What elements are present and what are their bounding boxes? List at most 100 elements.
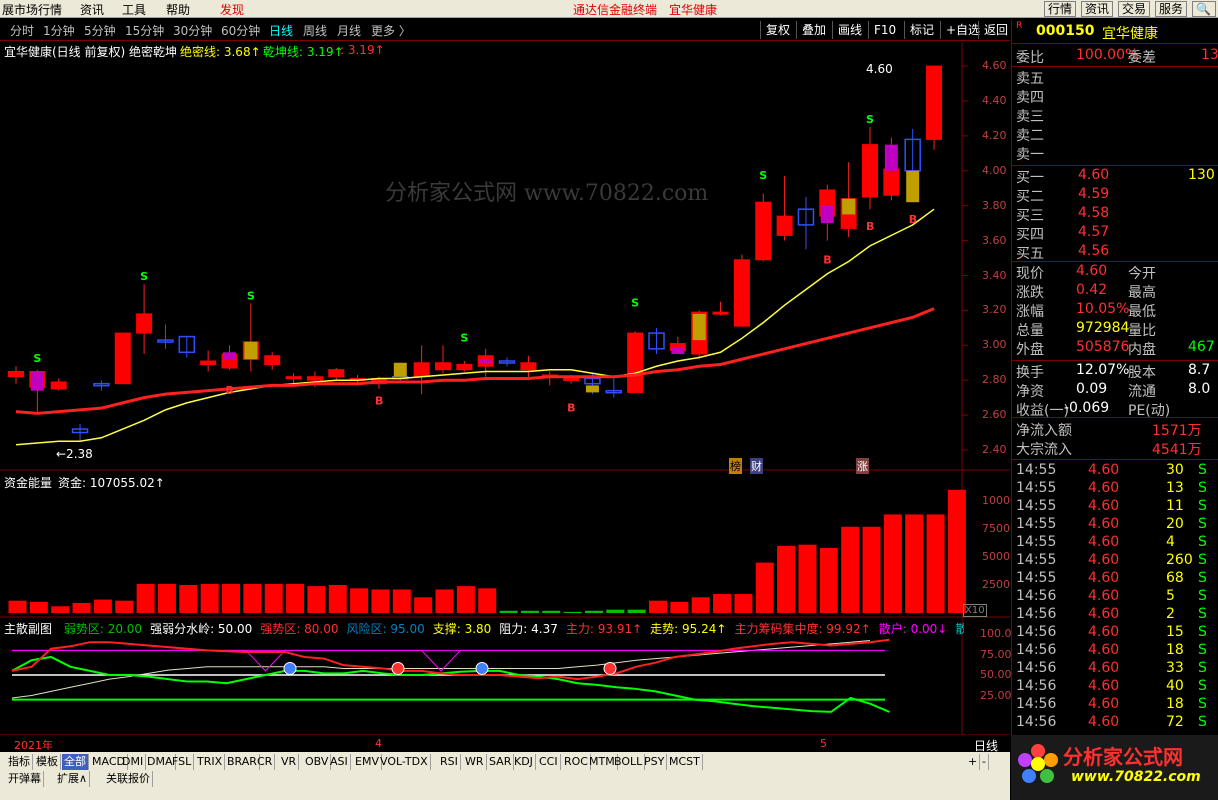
price-tick-label: 3.00 [982,338,1007,352]
quote-cell: 涨跌 [1016,285,1044,301]
quote-cell: 14:56 [1016,588,1057,604]
price-tick-label: 2.40 [982,443,1007,456]
quote-cell: 505876 [1076,339,1130,355]
quote-cell: 467 [1188,339,1215,355]
indicator-tab[interactable]: RSI [438,754,461,770]
zoom-in-button[interactable]: + [966,754,981,770]
signal-body [223,352,236,360]
quote-cell: 14:55 [1016,552,1057,568]
candle-body [776,215,793,236]
bottom-option-tab[interactable]: 开弹幕 [6,771,44,787]
quote-cell: 4.60 [1088,696,1120,712]
quote-cell: 68 [1166,570,1184,586]
fund-bar [435,589,454,613]
candle-body [926,65,943,140]
fund-bar [264,583,283,613]
quote-cell: S [1198,606,1207,622]
indicator-tab[interactable]: 指标 [6,754,33,770]
bottom-option-tab[interactable]: 扩展∧ [55,771,91,787]
indicator-tab[interactable]: WR [463,754,487,770]
candle [413,345,430,395]
time-label-may: 5 [820,737,827,750]
indicator-tab[interactable]: 全部 [62,754,89,770]
sub-tick-label: 50.00 [980,668,1012,681]
badge-rise[interactable]: 涨 [856,458,869,474]
fund-bar [222,583,240,613]
candle [712,301,729,316]
signal-body [30,371,44,391]
indicator-tab[interactable]: VOL-TDX [378,754,431,770]
sub-indicator-value: 走势: 95.24↑ [650,622,727,636]
ask-row: 卖五 [1016,68,1216,87]
indicator-tab[interactable]: ASI [328,754,351,770]
fund-bar [243,583,262,613]
indicator-tab[interactable]: FSL [170,754,195,770]
candle-body [413,362,430,378]
tick-row: 14:55 4.60 4 S [1016,534,1216,552]
quote-cell: 4.56 [1078,243,1110,259]
sub-chart-header: 主散副图 弱势区: 20.00 强弱分水岭: 50.00 强势区: 80.00 风险区… [4,620,964,636]
zoom-out-button[interactable]: - [980,754,989,770]
weibi-row: 委比 100.00% 委差 13 [1016,47,1218,66]
badge-list[interactable]: 榜 [729,458,742,474]
main-chart-title: 宜华健康(日线 前复权) 绝密乾坤 [4,45,177,59]
price-tick-label: 4.60 [982,59,1007,73]
fund-bar [627,609,646,613]
quote-cell: 买二 [1016,189,1044,205]
tick-row: 14:56 4.60 18 S [1016,642,1216,660]
price-tick-label: 4.00 [982,163,1007,177]
indicator-tab[interactable]: TRIX [195,754,226,770]
btn-service[interactable]: 服务 [1155,1,1188,17]
stat-row: 涨跌 0.42 最高 [1016,282,1216,301]
indicator-tab[interactable]: CR [255,754,276,770]
quote-cell: 4.60 [1088,534,1120,550]
fund-bar [670,601,689,613]
indicator-tab[interactable]: SAR [487,754,515,770]
fund-bar [307,586,326,613]
candle-body [264,355,281,365]
weicha-label: 委差 [1128,50,1156,66]
r-icon: R [1016,21,1023,31]
trend-line [11,640,871,699]
ma-line-red [15,307,935,415]
btn-news[interactable]: 资讯 [1081,1,1114,17]
badge-finance[interactable]: 财 [750,458,763,474]
signal-ball [391,661,405,675]
quote-cell: S [1198,534,1207,550]
sub-indicator-value: 主力筹码集中度: 99.92↑ [734,622,871,636]
indicator-tab[interactable]: BOLL [612,754,646,770]
fund-value: 资金: 107055.02↑ [58,476,165,490]
quote-cell: 换手 [1016,365,1044,381]
indicator-tab[interactable]: VR [279,754,300,770]
fund-bar [200,583,219,613]
buy-marker: B [866,220,874,233]
weibi-label: 委比 [1016,50,1044,66]
quote-cell: 4.57 [1078,224,1110,240]
candle [862,127,878,210]
indicator-tab[interactable]: PSY [642,754,668,770]
btn-trade[interactable]: 交易 [1118,1,1151,17]
flow-row: 大宗流入 4541万 [1016,439,1216,458]
fund-bar [691,597,710,613]
indicator-tab[interactable]: DMI [120,754,147,770]
indicator-tab[interactable]: 模板 [34,754,61,770]
candle [733,254,750,327]
fund-bar [862,526,881,613]
candle-body [755,201,772,261]
btn-quotes[interactable]: 行情 [1044,1,1077,17]
sub-indicator-value: 散户: 0.00↓ [878,622,948,636]
line3-label: : 3.19↑ [340,43,385,57]
quote-cell: 130 [1188,167,1215,183]
stock-code: 000150 [1036,23,1095,39]
indicator-tab[interactable]: MCST [667,754,703,770]
signal-ball [603,661,617,675]
quote-cell: 今开 [1128,266,1156,282]
quote-cell: 买三 [1016,208,1044,224]
indicator-tab[interactable]: KDJ [512,754,536,770]
bottom-option-tab[interactable]: 关联报价 [104,771,153,787]
quote-cell: S [1198,714,1207,730]
search-icon[interactable]: 🔍 [1192,1,1216,17]
quote-cell: S [1198,660,1207,676]
quote-cell: 最低 [1128,304,1156,320]
indicator-tab[interactable]: CCI [537,754,561,770]
